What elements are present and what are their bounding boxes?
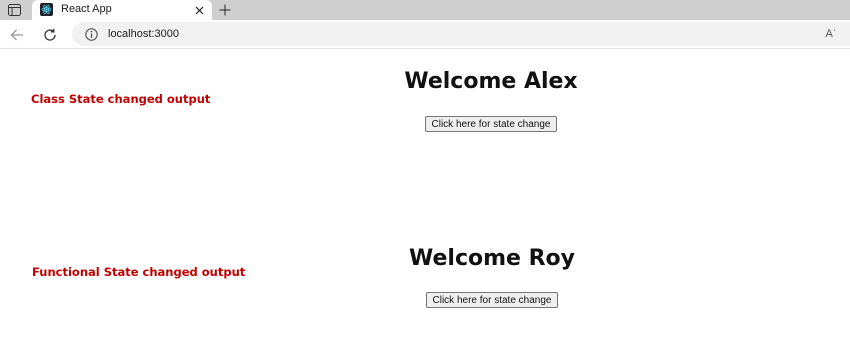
- tab-strip: React App: [0, 0, 850, 20]
- address-bar[interactable]: localhost:3000 Aʾ: [72, 22, 850, 46]
- browser-toolbar: localhost:3000 Aʾ: [0, 20, 850, 49]
- reload-icon[interactable]: [41, 26, 59, 44]
- page-content: Class State changed output Welcome Alex …: [0, 49, 850, 361]
- functional-state-label: Functional State changed output: [32, 265, 246, 279]
- back-arrow-icon[interactable]: [8, 26, 26, 44]
- tab-react-app[interactable]: React App: [32, 0, 212, 20]
- window-icon[interactable]: [7, 3, 21, 17]
- plus-icon[interactable]: [217, 2, 233, 18]
- react-favicon-icon: [40, 3, 53, 16]
- info-icon[interactable]: [84, 27, 98, 41]
- tab-title: React App: [61, 3, 112, 15]
- functional-state-change-button[interactable]: Click here for state change: [426, 292, 558, 308]
- class-state-label: Class State changed output: [31, 92, 211, 106]
- class-state-change-button[interactable]: Click here for state change: [425, 116, 557, 132]
- url-text[interactable]: localhost:3000: [108, 28, 179, 40]
- browser-window: React App localhost:3000 Aʾ Class State …: [0, 0, 850, 361]
- close-icon[interactable]: [192, 3, 206, 17]
- functional-welcome-heading: Welcome Roy: [409, 246, 575, 271]
- read-aloud-icon[interactable]: Aʾ: [822, 26, 840, 42]
- class-welcome-heading: Welcome Alex: [404, 69, 578, 94]
